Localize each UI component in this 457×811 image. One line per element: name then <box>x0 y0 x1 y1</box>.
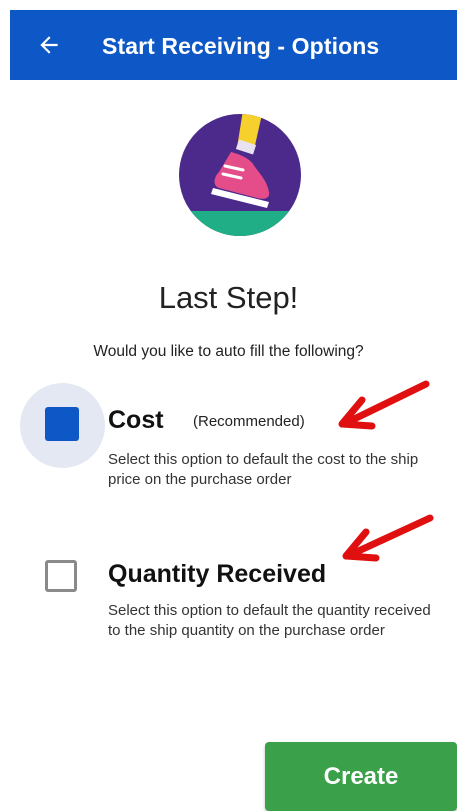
recommended-tag: (Recommended) <box>193 413 305 430</box>
step-subheading: Would you like to auto fill the followin… <box>93 343 364 360</box>
back-button[interactable] <box>36 32 62 58</box>
cost-option-title: Cost <box>108 406 164 434</box>
walking-shoe-icon <box>179 114 301 236</box>
step-illustration <box>179 114 301 236</box>
quantity-received-checkbox[interactable] <box>45 560 77 592</box>
cost-option-description: Select this option to default the cost t… <box>108 451 419 488</box>
quantity-received-option-title: Quantity Received <box>108 560 327 588</box>
top-strip <box>0 0 457 10</box>
annotation-arrow-icon <box>342 514 434 562</box>
cost-checkbox[interactable] <box>45 407 79 441</box>
page-title: Start Receiving - Options <box>102 33 380 59</box>
create-button[interactable]: Create <box>265 742 457 811</box>
annotation-arrow-icon <box>338 380 430 430</box>
quantity-received-option-description: Select this option to default the quanti… <box>108 602 431 639</box>
arrow-left-icon <box>40 36 58 54</box>
step-heading: Last Step! <box>158 280 299 315</box>
app-bar: Start Receiving - Options <box>10 10 457 80</box>
